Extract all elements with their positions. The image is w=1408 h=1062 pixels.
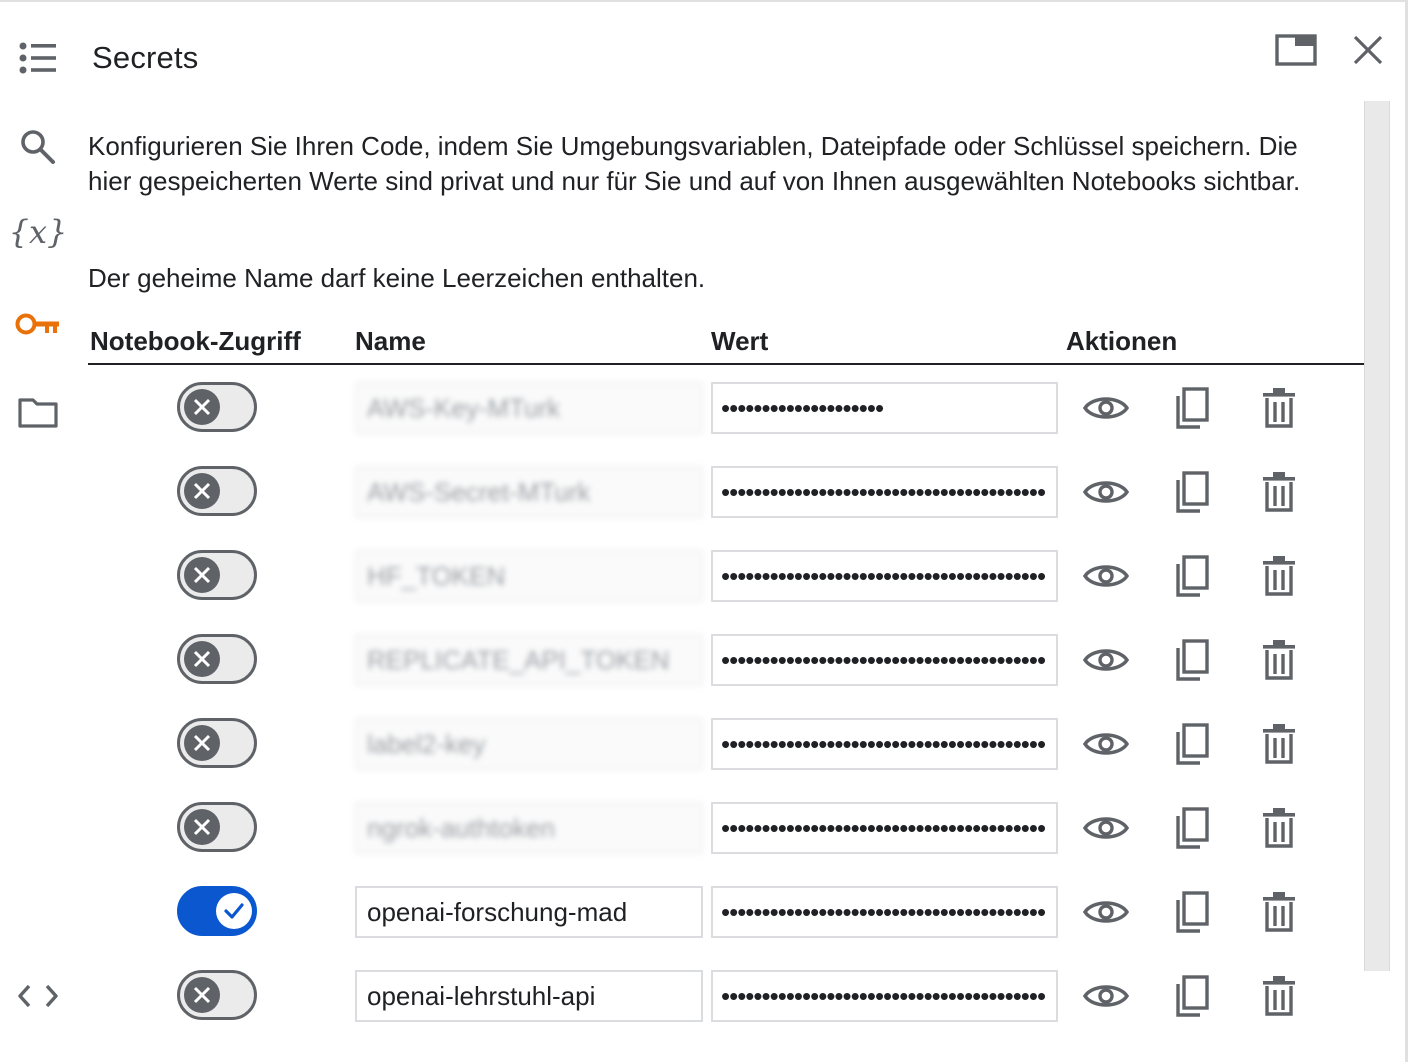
trash-icon[interactable] bbox=[1254, 551, 1304, 601]
trash-icon[interactable] bbox=[1254, 635, 1304, 685]
notebook-access-toggle[interactable] bbox=[177, 634, 257, 684]
header-divider bbox=[88, 363, 1364, 365]
secret-value-input[interactable]: •••••••••••••••••••• bbox=[711, 382, 1058, 434]
name-rule-note: Der geheime Name darf keine Leerzeichen … bbox=[88, 263, 706, 293]
trash-icon[interactable] bbox=[1254, 719, 1304, 769]
secret-name-input[interactable] bbox=[355, 466, 703, 518]
secret-name-input[interactable] bbox=[355, 718, 703, 770]
table-row: •••••••••••••••••••••••••••••••••••••••• bbox=[0, 718, 1364, 802]
x-icon bbox=[184, 389, 220, 425]
secret-value-input[interactable]: •••••••••••••••••••••••••••••••••••••••• bbox=[711, 886, 1058, 938]
table-row: •••••••••••••••••••••••••••••••••••••••• bbox=[0, 634, 1364, 718]
eye-icon[interactable] bbox=[1081, 635, 1131, 685]
x-icon bbox=[184, 473, 220, 509]
table-row: •••••••••••••••••••••••••••••••••••••••• bbox=[0, 550, 1364, 634]
copy-icon[interactable] bbox=[1166, 467, 1216, 517]
eye-icon[interactable] bbox=[1081, 971, 1131, 1021]
checkmark-icon bbox=[216, 893, 252, 929]
top-border bbox=[0, 0, 1408, 2]
secret-name-input[interactable] bbox=[355, 886, 703, 938]
x-icon bbox=[184, 725, 220, 761]
copy-icon[interactable] bbox=[1166, 383, 1216, 433]
trash-icon[interactable] bbox=[1254, 887, 1304, 937]
secret-value-input[interactable]: •••••••••••••••••••••••••••••••••••••••• bbox=[711, 970, 1058, 1022]
secret-value-input[interactable]: •••••••••••••••••••••••••••••••••••••••• bbox=[711, 634, 1058, 686]
notebook-access-toggle[interactable] bbox=[177, 802, 257, 852]
search-icon[interactable] bbox=[14, 125, 62, 169]
secret-name-input[interactable] bbox=[355, 802, 703, 854]
secret-name-input[interactable] bbox=[355, 634, 703, 686]
column-header-value: Wert bbox=[711, 326, 769, 356]
x-icon bbox=[184, 557, 220, 593]
variables-icon-label: {x} bbox=[8, 213, 68, 251]
notebook-access-toggle[interactable] bbox=[177, 886, 257, 936]
x-icon bbox=[184, 977, 220, 1013]
copy-icon[interactable] bbox=[1166, 803, 1216, 853]
secret-name-input[interactable] bbox=[355, 970, 703, 1022]
eye-icon[interactable] bbox=[1081, 887, 1131, 937]
notebook-access-toggle[interactable] bbox=[177, 718, 257, 768]
table-row: •••••••••••••••••••••••••••••••••••••••• bbox=[0, 802, 1364, 886]
table-row: •••••••••••••••••••••••••••••••••••••••• bbox=[0, 970, 1364, 1054]
secret-value-input[interactable]: •••••••••••••••••••••••••••••••••••••••• bbox=[711, 718, 1058, 770]
trash-icon[interactable] bbox=[1254, 803, 1304, 853]
notebook-access-toggle[interactable] bbox=[177, 382, 257, 432]
eye-icon[interactable] bbox=[1081, 719, 1131, 769]
column-header-name: Name bbox=[355, 326, 426, 356]
variables-icon[interactable]: {x} bbox=[9, 210, 68, 254]
table-row: •••••••••••••••••••••••••••••••••••••••• bbox=[0, 466, 1364, 550]
secret-name-input[interactable] bbox=[355, 382, 703, 434]
x-icon bbox=[184, 641, 220, 677]
scrollbar[interactable] bbox=[1364, 101, 1390, 971]
copy-icon[interactable] bbox=[1166, 887, 1216, 937]
notebook-access-toggle[interactable] bbox=[177, 970, 257, 1020]
eye-icon[interactable] bbox=[1081, 383, 1131, 433]
key-icon[interactable] bbox=[14, 304, 62, 344]
notebook-access-toggle[interactable] bbox=[177, 466, 257, 516]
panel-title: Secrets bbox=[92, 40, 199, 75]
secret-value-input[interactable]: •••••••••••••••••••••••••••••••••••••••• bbox=[711, 466, 1058, 518]
x-icon bbox=[184, 809, 220, 845]
trash-icon[interactable] bbox=[1254, 971, 1304, 1021]
trash-icon[interactable] bbox=[1254, 383, 1304, 433]
table-row: •••••••••••••••••••• bbox=[0, 382, 1364, 466]
column-header-access: Notebook-Zugriff bbox=[90, 326, 301, 356]
column-header-actions: Aktionen bbox=[1066, 326, 1178, 356]
eye-icon[interactable] bbox=[1081, 467, 1131, 517]
secret-value-input[interactable]: •••••••••••••••••••••••••••••••••••••••• bbox=[711, 802, 1058, 854]
copy-icon[interactable] bbox=[1166, 971, 1216, 1021]
eye-icon[interactable] bbox=[1081, 803, 1131, 853]
secret-value-input[interactable]: •••••••••••••••••••••••••••••••••••••••• bbox=[711, 550, 1058, 602]
secret-name-input[interactable] bbox=[355, 550, 703, 602]
trash-icon[interactable] bbox=[1254, 467, 1304, 517]
notebook-access-toggle[interactable] bbox=[177, 550, 257, 600]
open-in-tab-icon[interactable] bbox=[1272, 28, 1320, 72]
panel-description: Konfigurieren Sie Ihren Code, indem Sie … bbox=[88, 131, 1301, 196]
table-row: •••••••••••••••••••••••••••••••••••••••• bbox=[0, 886, 1364, 970]
copy-icon[interactable] bbox=[1166, 719, 1216, 769]
close-icon[interactable] bbox=[1346, 28, 1390, 72]
eye-icon[interactable] bbox=[1081, 551, 1131, 601]
table-of-contents-icon[interactable] bbox=[14, 36, 62, 80]
copy-icon[interactable] bbox=[1166, 551, 1216, 601]
copy-icon[interactable] bbox=[1166, 635, 1216, 685]
